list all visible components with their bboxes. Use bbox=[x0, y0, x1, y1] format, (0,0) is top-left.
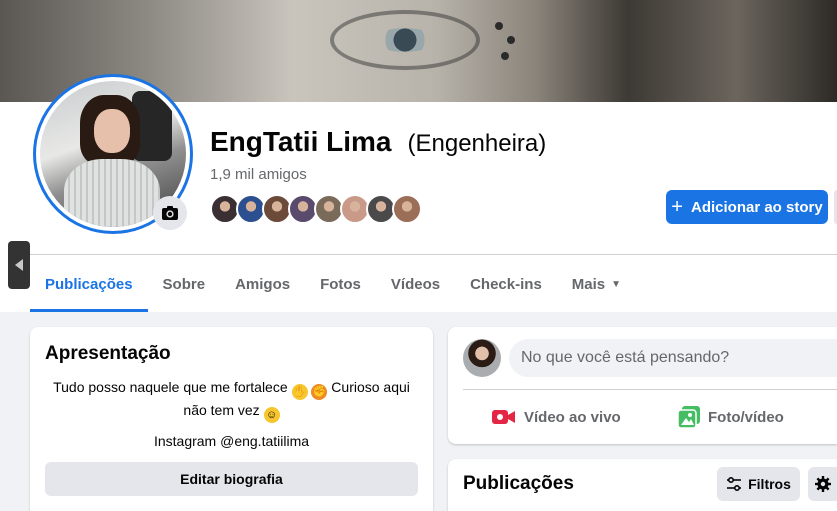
chevron-left-icon bbox=[15, 259, 23, 271]
profile-tabs: Publicações Sobre Amigos Fotos Vídeos Ch… bbox=[30, 256, 636, 312]
post-composer: No que você está pensando? Vídeo ao vivo… bbox=[448, 327, 837, 444]
friends-count[interactable]: 1,9 mil amigos bbox=[210, 166, 307, 183]
avatar-face bbox=[94, 109, 130, 153]
profile-name-row: EngTatii Lima (Engenheira) bbox=[210, 126, 546, 158]
bio-part-3: não tem vez bbox=[183, 402, 260, 418]
tab-mais[interactable]: Mais ▼ bbox=[557, 256, 636, 312]
tab-label: Vídeos bbox=[390, 275, 441, 293]
friend-avatar-list bbox=[210, 194, 422, 224]
tab-label: Amigos bbox=[235, 275, 291, 293]
edit-bio-button[interactable]: Editar biografia bbox=[45, 462, 418, 496]
camera-icon bbox=[162, 206, 178, 220]
add-story-button[interactable]: + Adicionar ao story bbox=[666, 190, 828, 224]
tab-check-ins[interactable]: Check-ins bbox=[455, 256, 557, 312]
composer-divider bbox=[463, 389, 837, 390]
posts-settings-button[interactable] bbox=[808, 467, 837, 501]
sliders-icon bbox=[727, 477, 742, 491]
caret-down-icon: ▼ bbox=[611, 278, 622, 290]
tab-publicacoes[interactable]: Publicações bbox=[30, 256, 148, 312]
praying-hands-emoji-icon: ✋ bbox=[291, 384, 308, 400]
live-video-icon bbox=[492, 410, 515, 424]
tab-label: Publicações bbox=[45, 275, 133, 293]
plus-icon: + bbox=[671, 196, 683, 218]
photo-video-icon bbox=[678, 406, 700, 428]
filters-label: Filtros bbox=[748, 476, 791, 492]
tab-label: Fotos bbox=[320, 275, 361, 293]
winking-face-emoji-icon: ☺ bbox=[263, 407, 280, 423]
filters-button[interactable]: Filtros bbox=[717, 467, 800, 501]
gear-icon bbox=[814, 476, 831, 492]
tab-label: Mais bbox=[571, 275, 606, 293]
flexed-biceps-emoji-icon: ✊ bbox=[311, 384, 328, 400]
update-photo-button[interactable] bbox=[153, 196, 187, 230]
tab-label: Sobre bbox=[162, 275, 206, 293]
composer-avatar[interactable] bbox=[463, 339, 501, 377]
profile-name: EngTatii Lima bbox=[210, 126, 392, 157]
photo-video-label: Foto/vídeo bbox=[708, 408, 784, 426]
tab-videos[interactable]: Vídeos bbox=[376, 256, 455, 312]
header-divider bbox=[30, 254, 837, 255]
bio-part-1: Tudo posso naquele que me fortalece bbox=[53, 379, 288, 395]
avatar-body bbox=[64, 159, 160, 227]
intro-title: Apresentação bbox=[45, 343, 171, 364]
instagram-handle: Instagram @eng.tatiilima bbox=[153, 433, 310, 449]
tab-sobre[interactable]: Sobre bbox=[148, 256, 221, 312]
intro-card: Apresentação Tudo posso naquele que me f… bbox=[30, 327, 433, 511]
bio-text: Tudo posso naquele que me fortalece ✋ ✊ … bbox=[45, 377, 418, 423]
cover-dots bbox=[495, 22, 503, 30]
friend-avatar[interactable] bbox=[392, 194, 422, 224]
profile-alternate-name: (Engenheira) bbox=[407, 130, 547, 157]
posts-title: Publicações bbox=[463, 473, 574, 494]
posts-card: Publicações Filtros bbox=[448, 459, 837, 511]
tab-fotos[interactable]: Fotos bbox=[305, 256, 376, 312]
side-panel-toggle[interactable] bbox=[8, 241, 30, 289]
cover-eye-drawing bbox=[375, 28, 435, 52]
live-video-label: Vídeo ao vivo bbox=[524, 408, 621, 426]
tab-label: Check-ins bbox=[470, 275, 542, 293]
tab-amigos[interactable]: Amigos bbox=[220, 256, 305, 312]
composer-input[interactable]: No que você está pensando? bbox=[509, 339, 837, 377]
add-story-label: Adicionar ao story bbox=[690, 198, 823, 216]
bio-part-2: Curioso aqui bbox=[331, 379, 410, 395]
photo-video-button[interactable]: Foto/vídeo bbox=[678, 399, 784, 435]
live-video-button[interactable]: Vídeo ao vivo bbox=[492, 399, 621, 435]
